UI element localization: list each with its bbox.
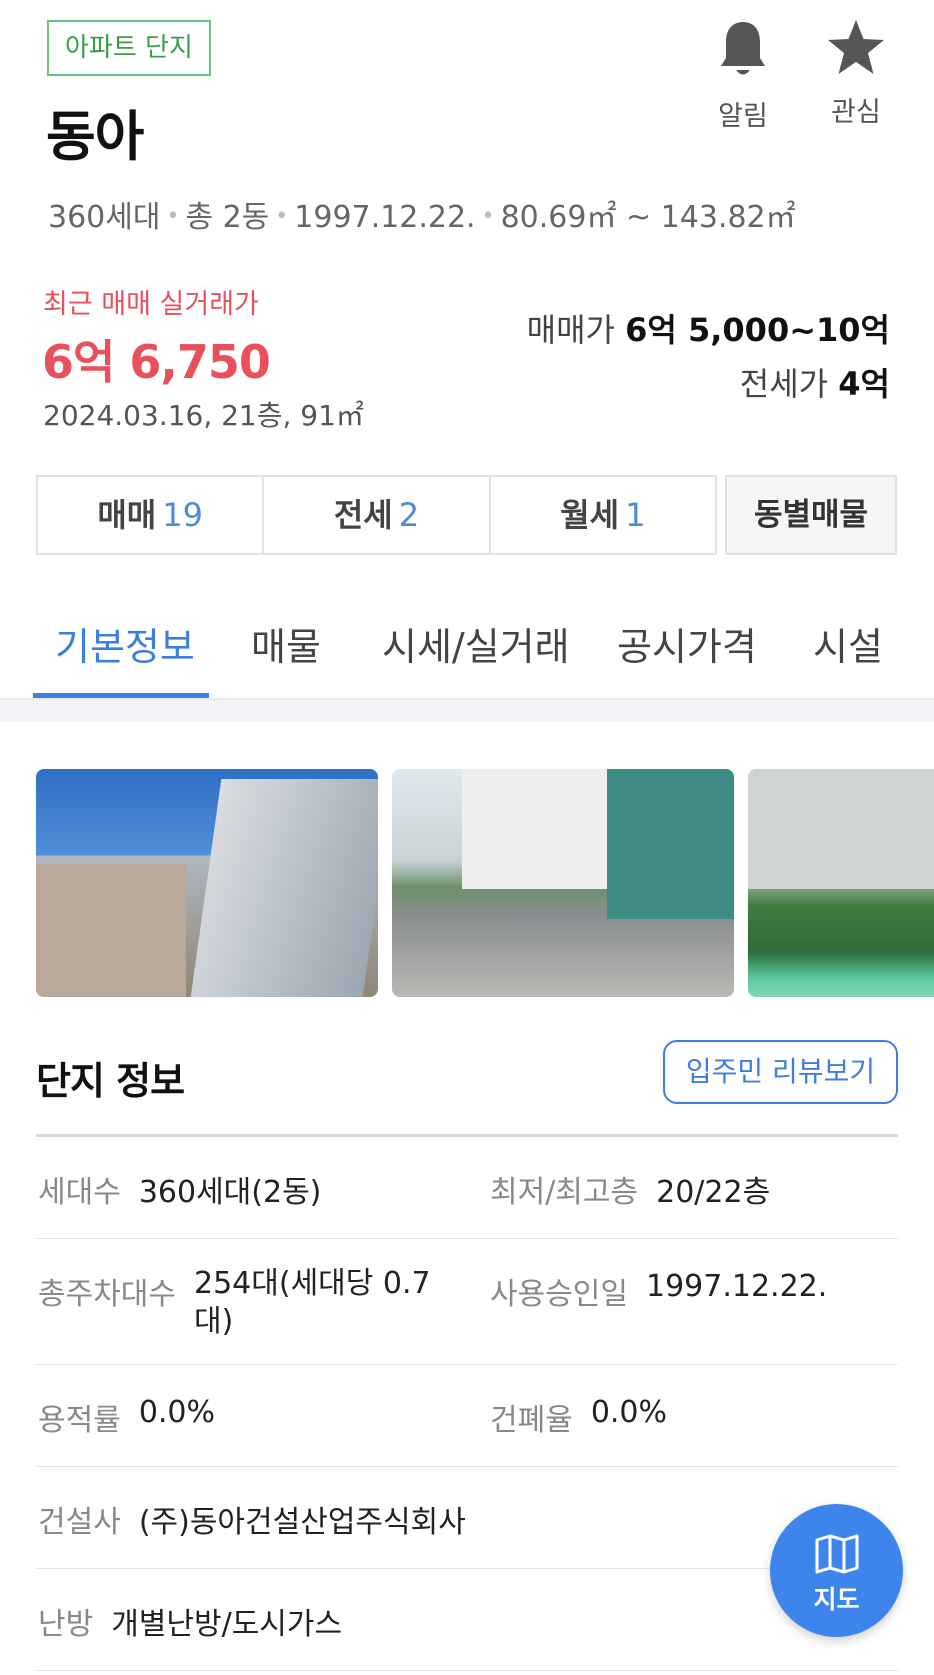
summary-area-range: 80.69㎡ ~ 143.82㎡ [500,200,796,235]
complex-photo[interactable] [36,769,378,997]
info-cell-households: 세대수 360세대(2동) [38,1167,321,1211]
info-cell-floor-area-ratio: 용적률 0.0% [38,1395,215,1439]
building-shape [607,769,734,919]
recent-trade-price: 6억 6,750 [42,335,271,389]
alarm-button[interactable]: 알림 [698,18,788,133]
photo-carousel[interactable] [36,769,934,997]
favorite-button[interactable]: 관심 [811,18,901,129]
sale-price-row: 매매가 6억 5,000~10억 [527,308,890,362]
complex-type-tag: 아파트 단지 [47,20,211,76]
listing-type-group: 매매 19 전세 2 월세 1 [36,475,717,555]
star-icon [828,20,884,74]
info-row: 총주차대수 254대(세대당 0.7 대) 사용승인일 1997.12.22. [36,1239,898,1365]
listing-type-tabs: 매매 19 전세 2 월세 1 동별매물 [36,475,897,555]
active-tab-indicator [33,693,209,698]
info-cell-approval-date: 사용승인일 1997.12.22. [490,1269,827,1313]
building-shape [462,769,612,889]
tab-jeonse[interactable]: 전세 2 [264,477,491,553]
info-label: 사용승인일 [490,1277,628,1312]
tab-market-price[interactable]: 시세/실거래 [382,616,570,671]
tab-monthly-rent[interactable]: 월세 1 [491,477,715,553]
info-cell-building-coverage: 건폐율 0.0% [490,1395,667,1439]
info-cell-builder: 건설사 (주)동아건설산업주식회사 [38,1497,466,1541]
section-title: 단지 정보 [36,1059,185,1103]
info-row: 세대수 360세대(2동) 최저/최고층 20/22층 [36,1137,898,1239]
jeonse-price-row: 전세가 4억 [527,362,890,416]
bell-icon [721,22,765,75]
summary-approval-date: 1997.12.22. [294,200,476,235]
tab-sale-count: 19 [162,496,203,534]
separator-dot: • [166,204,180,229]
info-label: 건폐율 [490,1403,573,1438]
complex-name: 동아 [46,105,144,168]
tab-facilities[interactable]: 시설 [813,616,883,671]
resident-review-button[interactable]: 입주민 리뷰보기 [663,1040,898,1104]
favorite-label: 관심 [831,97,881,128]
separator-dot: • [275,204,289,229]
tab-jeonse-label: 전세 [333,496,393,534]
info-label: 건설사 [38,1505,121,1540]
tab-sale[interactable]: 매매 19 [38,477,265,553]
section-divider [0,700,934,722]
sale-price-label: 매매가 [526,311,615,349]
alarm-label: 알림 [718,101,768,132]
separator-dot: • [481,204,495,229]
tab-listings[interactable]: 매물 [251,616,321,671]
info-value: 개별난방/도시가스 [111,1607,343,1642]
building-shape [748,769,934,889]
info-value: 0.0% [138,1395,216,1430]
complex-photo[interactable] [392,769,734,997]
tab-listings-by-building[interactable]: 동별매물 [725,475,897,555]
info-value: 360세대(2동) [138,1175,322,1210]
summary-buildings: 총 2동 [185,200,270,235]
tab-monthly-rent-label: 월세 [560,496,620,534]
info-value: (주)동아건설산업주식회사 [138,1505,466,1540]
complex-summary: 360세대 • 총 2동 • 1997.12.22. • 80.69㎡ ~ 143.82㎡ [48,192,796,236]
info-row: 난방 개별난방/도시가스 [36,1569,898,1671]
building-shape [36,864,186,997]
info-label: 최저/최고층 [490,1175,639,1210]
map-icon [815,1534,858,1574]
info-label: 난방 [38,1607,94,1642]
map-button-label: 지도 [813,1585,860,1614]
info-label: 용적률 [38,1403,121,1438]
tab-jeonse-count: 2 [398,496,420,534]
price-range: 매매가 6억 5,000~10억 전세가 4억 [527,308,890,416]
summary-households: 360세대 [48,200,161,235]
map-button[interactable]: 지도 [770,1504,903,1637]
info-value: 0.0% [590,1395,668,1430]
tab-monthly-rent-count: 1 [625,496,646,534]
info-value: 254대(세대당 0.7 대) [194,1265,431,1341]
sale-price-value: 6억 5,000~10억 [625,311,890,349]
info-cell-parking: 총주차대수 254대(세대당 0.7 대) [38,1266,431,1341]
info-value: 20/22층 [656,1175,771,1210]
complex-photo[interactable] [748,769,934,997]
info-row: 용적률 0.0% 건폐율 0.0% [36,1365,898,1467]
section-nav-tabs: 기본정보 매물 시세/실거래 공시가격 시설 [0,590,934,700]
jeonse-price-label: 전세가 [739,365,829,403]
building-shape [190,779,378,997]
parking-value-line2: 대) [194,1304,234,1339]
info-value: 1997.12.22. [646,1269,828,1304]
complex-header: 아파트 단지 동아 360세대 • 총 2동 • 1997.12.22. • 80.69㎡ … [0,0,934,260]
parking-value-line1: 254대(세대당 0.7 [194,1266,431,1301]
tab-sale-label: 매매 [97,496,157,534]
info-label: 세대수 [38,1175,121,1210]
recent-trade-detail: 2024.03.16, 21층, 91㎡ [43,399,364,432]
info-cell-heating: 난방 개별난방/도시가스 [38,1599,342,1643]
recent-trade-label: 최근 매매 실거래가 [43,289,259,320]
tab-basic-info[interactable]: 기본정보 [55,616,195,671]
info-cell-floors: 최저/최고층 20/22층 [490,1167,770,1211]
info-label: 총주차대수 [38,1277,176,1312]
info-row: 건설사 (주)동아건설산업주식회사 [36,1467,898,1569]
jeonse-price-value: 4억 [838,365,890,403]
tab-official-price[interactable]: 공시가격 [617,616,757,671]
